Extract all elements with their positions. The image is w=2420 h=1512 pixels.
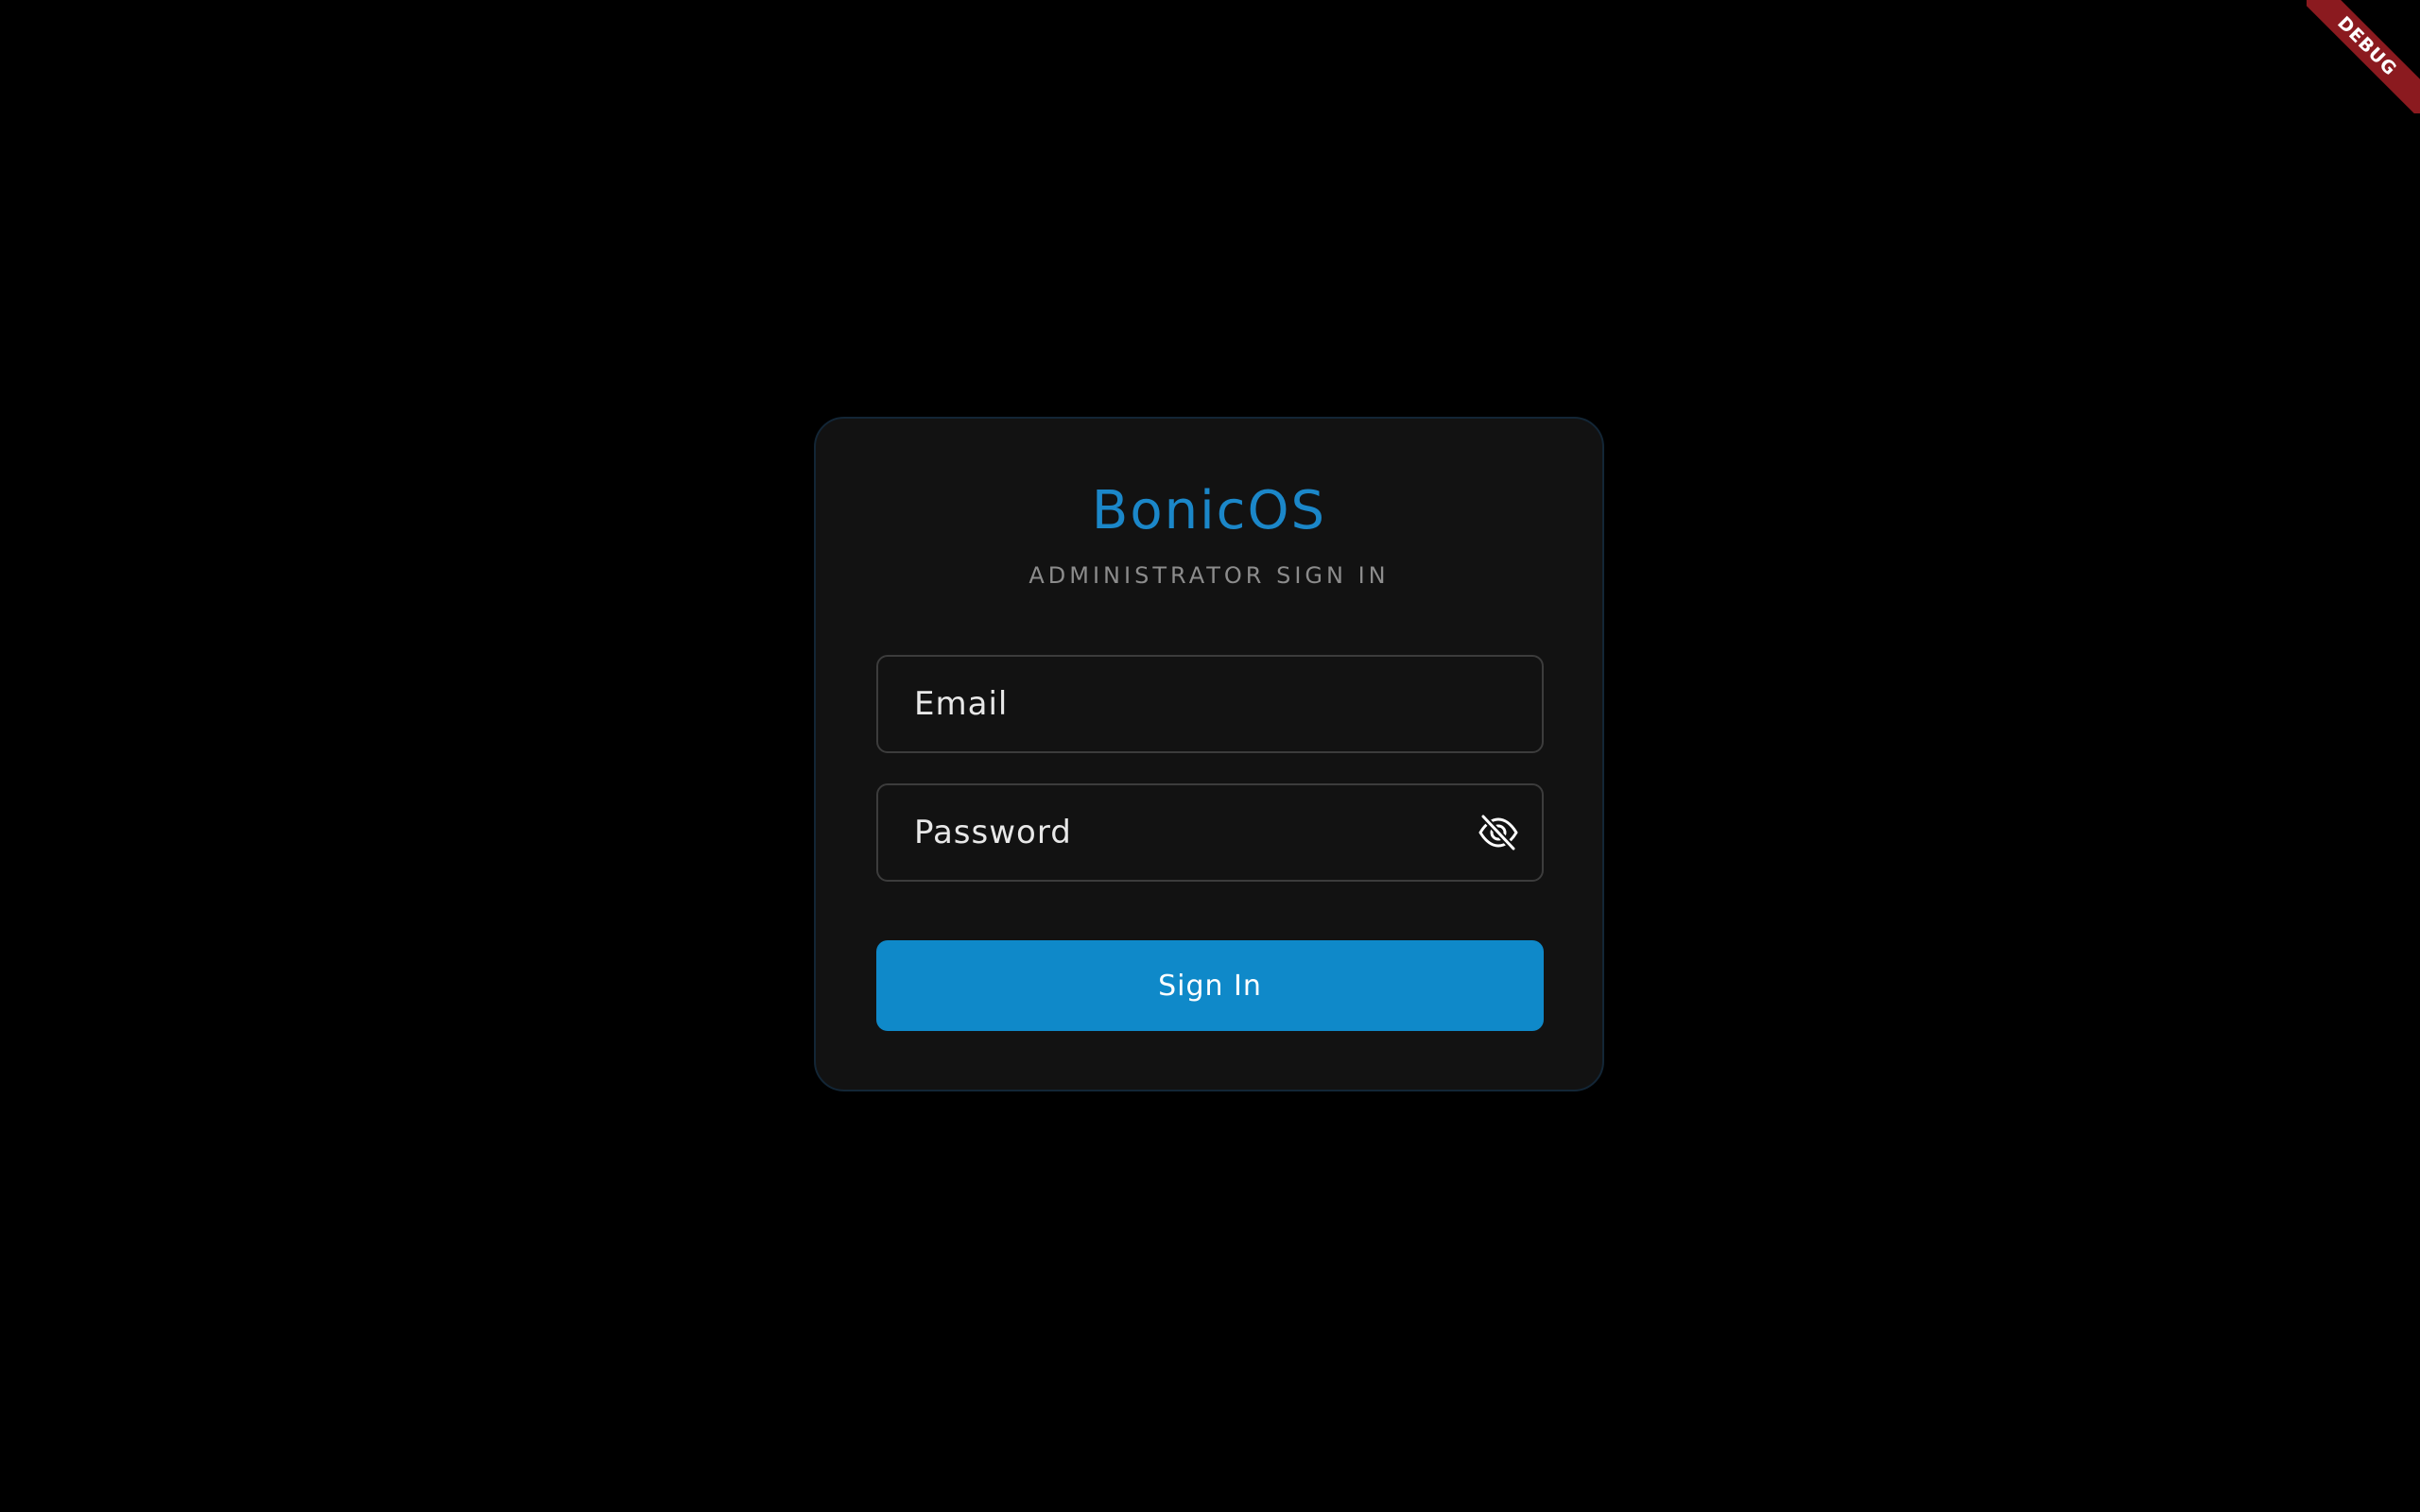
email-input[interactable] (914, 657, 1481, 751)
debug-banner-label: DEBUG (2307, 0, 2420, 113)
login-screen: BonicOS ADMINISTRATOR SIGN IN Sign In DE… (0, 0, 2420, 1512)
sign-in-button[interactable]: Sign In (876, 940, 1544, 1031)
login-card: BonicOS ADMINISTRATOR SIGN IN Sign In (814, 417, 1604, 1091)
password-input[interactable] (914, 785, 1481, 880)
password-field[interactable] (876, 783, 1544, 882)
brand-title: BonicOS (1091, 480, 1327, 541)
debug-banner: DEBUG (2307, 0, 2420, 113)
eye-off-icon[interactable] (1478, 814, 1519, 851)
email-field[interactable] (876, 655, 1544, 753)
page-subtitle: ADMINISTRATOR SIGN IN (1028, 562, 1390, 589)
